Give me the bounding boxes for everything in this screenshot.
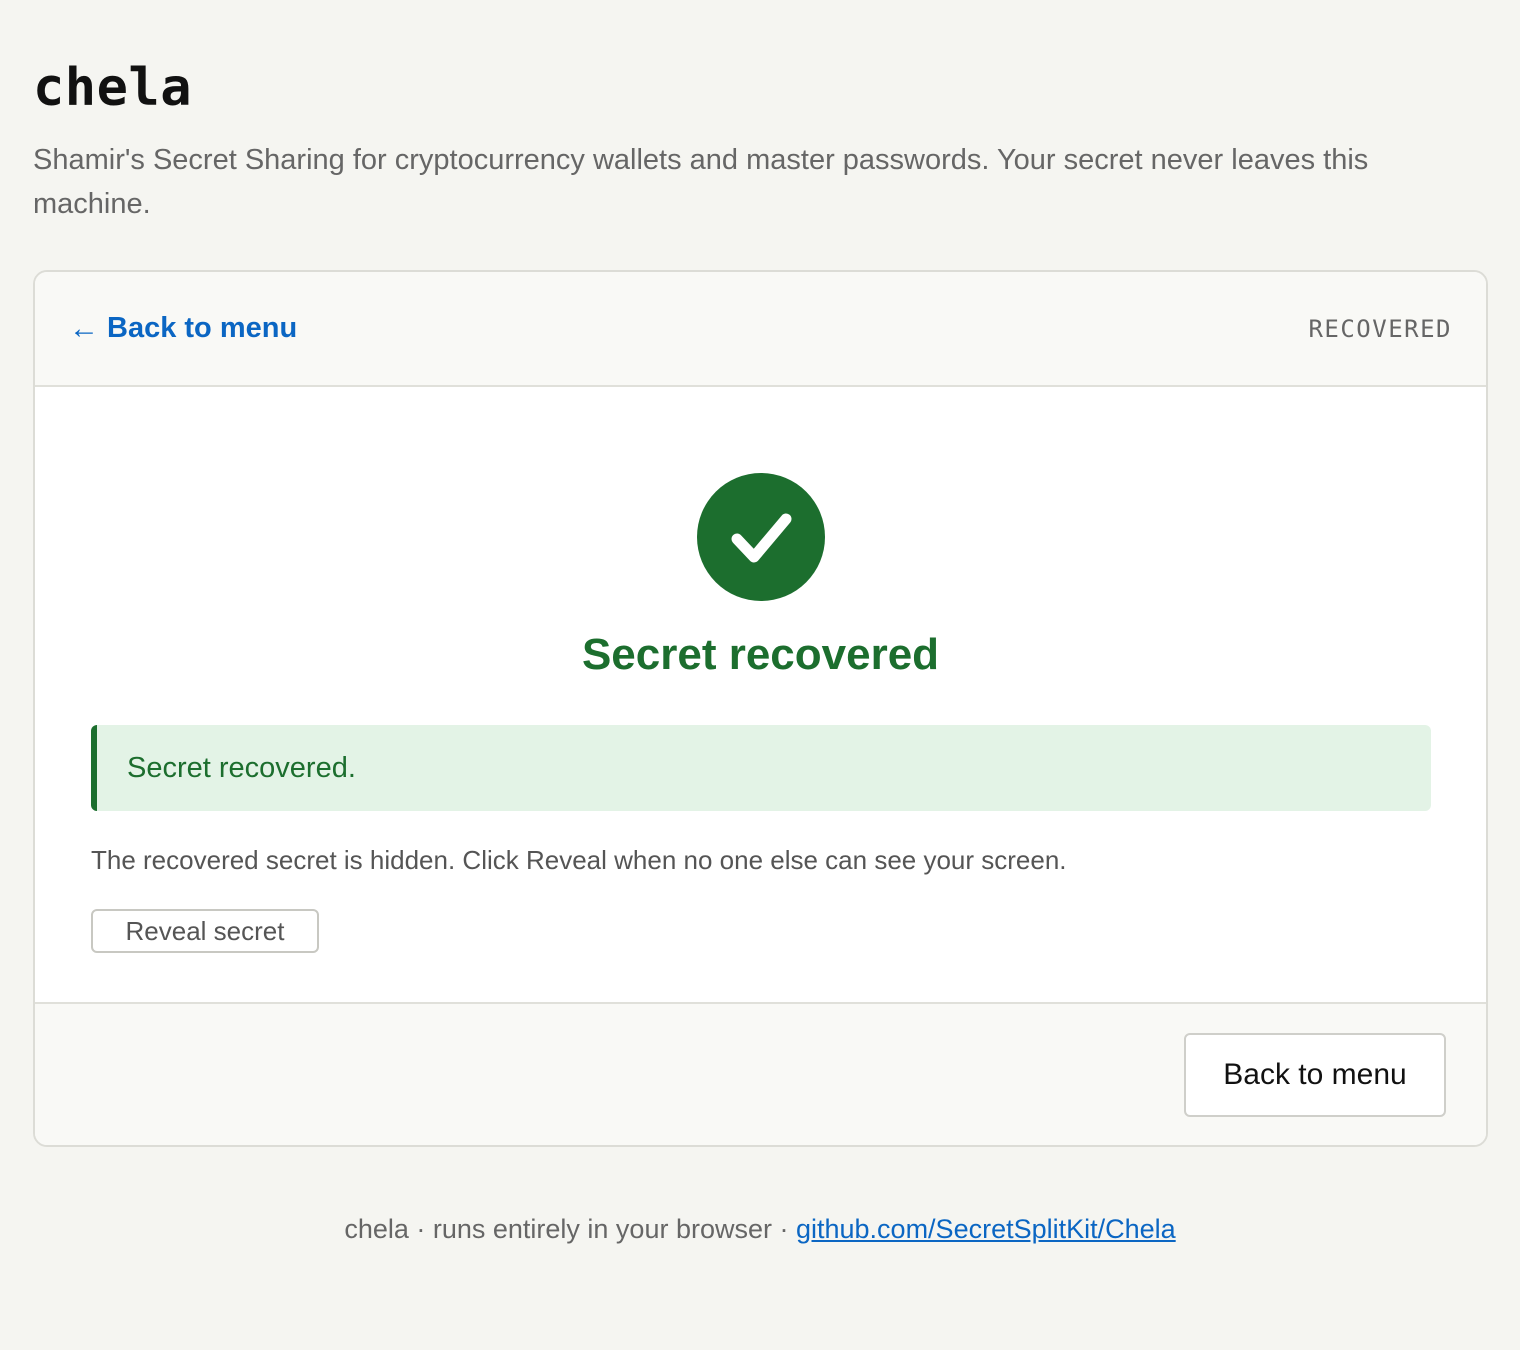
back-to-menu-link[interactable]: ← Back to menu <box>69 312 297 346</box>
footer-text: chela · runs entirely in your browser · <box>344 1214 796 1244</box>
success-notice-text: Secret recovered. <box>127 751 356 784</box>
app-tagline: Shamir's Secret Sharing for cryptocurren… <box>33 144 1369 220</box>
reveal-secret-button[interactable]: Reveal secret <box>91 909 319 953</box>
check-circle-icon <box>697 473 825 601</box>
arrow-left-icon: ← <box>69 311 99 345</box>
app-title: chela <box>33 58 193 118</box>
page-container: chela Shamir's Secret Sharing for crypto… <box>33 0 1488 1147</box>
result-heading: Secret recovered <box>581 630 940 679</box>
status-label: RECOVERED <box>1308 314 1452 343</box>
success-notice: Secret recovered. <box>91 725 1431 811</box>
github-link[interactable]: github.com/SecretSplitKit/Chela <box>796 1214 1176 1244</box>
card-footer: Back to menu <box>35 1002 1486 1145</box>
checkmark-icon <box>731 513 792 563</box>
recovery-card: ← Back to menu RECOVERED Secret recovere… <box>33 270 1488 1147</box>
card-body: Secret recovered Secret recovered. The r… <box>35 387 1486 1002</box>
back-to-menu-button[interactable]: Back to menu <box>1184 1033 1446 1117</box>
card-header: ← Back to menu RECOVERED <box>35 272 1486 387</box>
hidden-secret-hint: The recovered secret is hidden. Click Re… <box>91 845 1067 875</box>
back-to-menu-label: Back to menu <box>107 312 298 344</box>
page-footer: chela · runs entirely in your browser · … <box>0 1214 1520 1245</box>
